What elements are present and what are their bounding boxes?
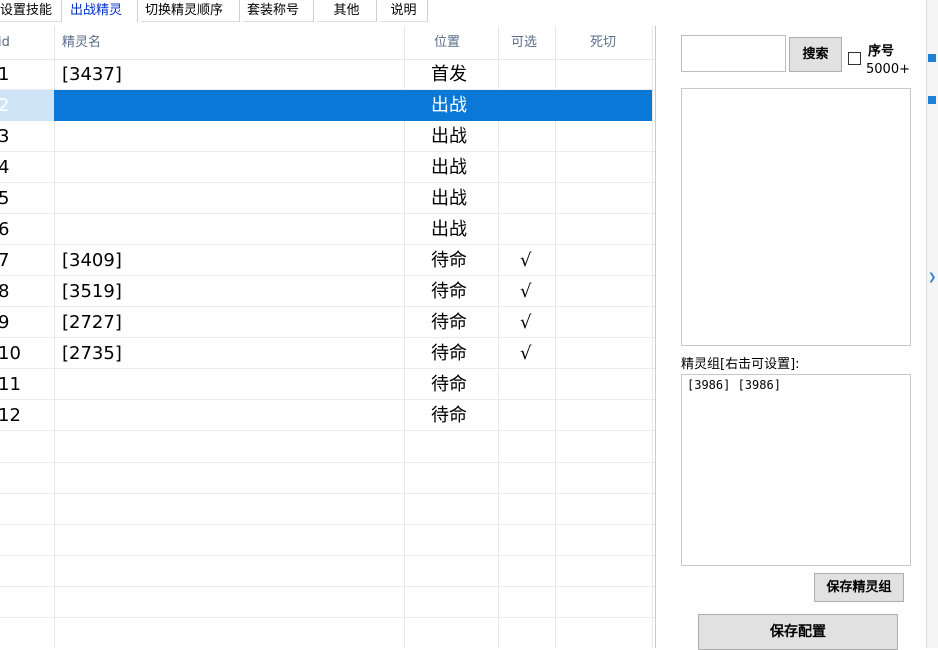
cell-position: 出战	[431, 219, 467, 240]
cell-position: 出战	[431, 157, 467, 178]
tab-bar: 设置技能 出战精灵 切换精灵顺序 套装称号 其他 说明	[0, 0, 930, 24]
empty-row	[0, 432, 655, 463]
cell-position: 待命	[431, 374, 467, 395]
empty-row	[0, 494, 655, 525]
save-config-button[interactable]: 保存配置	[698, 614, 898, 650]
table-row[interactable]: 10 [2735] 待命 √	[0, 338, 655, 369]
search-input[interactable]	[681, 35, 786, 72]
empty-row	[0, 463, 655, 494]
cell-position: 出战	[431, 95, 467, 116]
header-selectable[interactable]: 可选	[511, 26, 537, 59]
tab-switch-order[interactable]: 切换精灵顺序	[141, 0, 240, 22]
cell-position: 出战	[431, 188, 467, 209]
tab-suit-title[interactable]: 套装称号	[243, 0, 314, 22]
serial-5000-checkbox[interactable]	[848, 52, 861, 65]
cell-id: 3	[0, 121, 9, 152]
cell-position: 待命	[431, 312, 467, 333]
cell-position: 待命	[431, 250, 467, 271]
table-row[interactable]: 5 出战	[0, 183, 655, 214]
cell-position: 首发	[431, 64, 467, 85]
header-id[interactable]: id	[0, 26, 10, 59]
header-death-switch[interactable]: 死切	[590, 26, 616, 59]
search-result-list[interactable]	[681, 88, 911, 346]
cell-id: 9	[0, 307, 9, 338]
tab-help[interactable]: 说明	[380, 0, 428, 22]
edge-marker	[928, 96, 936, 104]
pet-group-label: 精灵组[右击可设置]:	[681, 357, 800, 372]
cell-position: 出战	[431, 126, 467, 147]
pet-grid[interactable]: id 精灵名 位置 可选 死切 1 [3437] 首发 2 出战 3 出战 4 出战 5 出战 6 出战…	[0, 26, 656, 648]
cell-pet-name: [3409]	[62, 250, 122, 271]
table-row[interactable]: 12 待命	[0, 400, 655, 431]
search-button[interactable]: 搜索	[789, 37, 842, 72]
cell-pet-name: [3519]	[62, 281, 122, 302]
table-row[interactable]: 3 出战	[0, 121, 655, 152]
cell-id: 11	[0, 374, 21, 395]
cell-id: 1	[0, 59, 9, 90]
edge-marker	[928, 54, 936, 62]
header-position[interactable]: 位置	[434, 26, 460, 59]
empty-row	[0, 525, 655, 556]
cell-id: 6	[0, 214, 9, 245]
cell-selectable: √	[520, 343, 532, 364]
cell-id: 10	[0, 343, 21, 364]
cell-id: 4	[0, 152, 9, 183]
tab-other[interactable]: 其他	[317, 0, 377, 22]
header-pet-name[interactable]: 精灵名	[62, 26, 101, 59]
empty-row	[0, 618, 655, 648]
table-row[interactable]: 7 [3409] 待命 √	[0, 245, 655, 276]
cell-pet-name: [2735]	[62, 343, 122, 364]
cell-id: 12	[0, 405, 21, 426]
cell-selectable: √	[520, 281, 532, 302]
cell-selectable: √	[520, 312, 532, 333]
empty-row	[0, 587, 655, 618]
table-row[interactable]: 8 [3519] 待命 √	[0, 276, 655, 307]
save-pet-group-button[interactable]: 保存精灵组	[814, 573, 904, 602]
selection-highlight	[54, 90, 652, 121]
cell-id: 5	[0, 183, 9, 214]
grid-header: id 精灵名 位置 可选 死切	[0, 26, 655, 60]
table-row[interactable]: 6 出战	[0, 214, 655, 245]
table-row[interactable]: 4 出战	[0, 152, 655, 183]
cell-position: 待命	[431, 343, 467, 364]
table-row[interactable]: 9 [2727] 待命 √	[0, 307, 655, 338]
tab-skill-settings[interactable]: 设置技能	[0, 0, 62, 22]
edge-arrow-icon: ❯	[928, 272, 937, 283]
pet-group-box[interactable]: [3986] [3986]	[681, 374, 911, 566]
cell-id: 2	[0, 90, 9, 121]
table-row[interactable]: 1 [3437] 首发	[0, 59, 655, 90]
checkbox-label-sub: 5000+	[866, 62, 910, 77]
table-row[interactable]: 11 待命	[0, 369, 655, 400]
cell-pet-name: [3437]	[62, 64, 122, 85]
cell-selectable: √	[520, 250, 532, 271]
cell-id: 8	[0, 276, 9, 307]
empty-row	[0, 556, 655, 587]
cell-position: 待命	[431, 281, 467, 302]
tab-battle-pets[interactable]: 出战精灵	[66, 0, 138, 22]
checkbox-label: 序号	[868, 44, 895, 59]
cell-pet-name: [2727]	[62, 312, 122, 333]
cell-id: 7	[0, 245, 9, 276]
table-row[interactable]: 2 出战	[0, 90, 655, 121]
cell-position: 待命	[431, 405, 467, 426]
